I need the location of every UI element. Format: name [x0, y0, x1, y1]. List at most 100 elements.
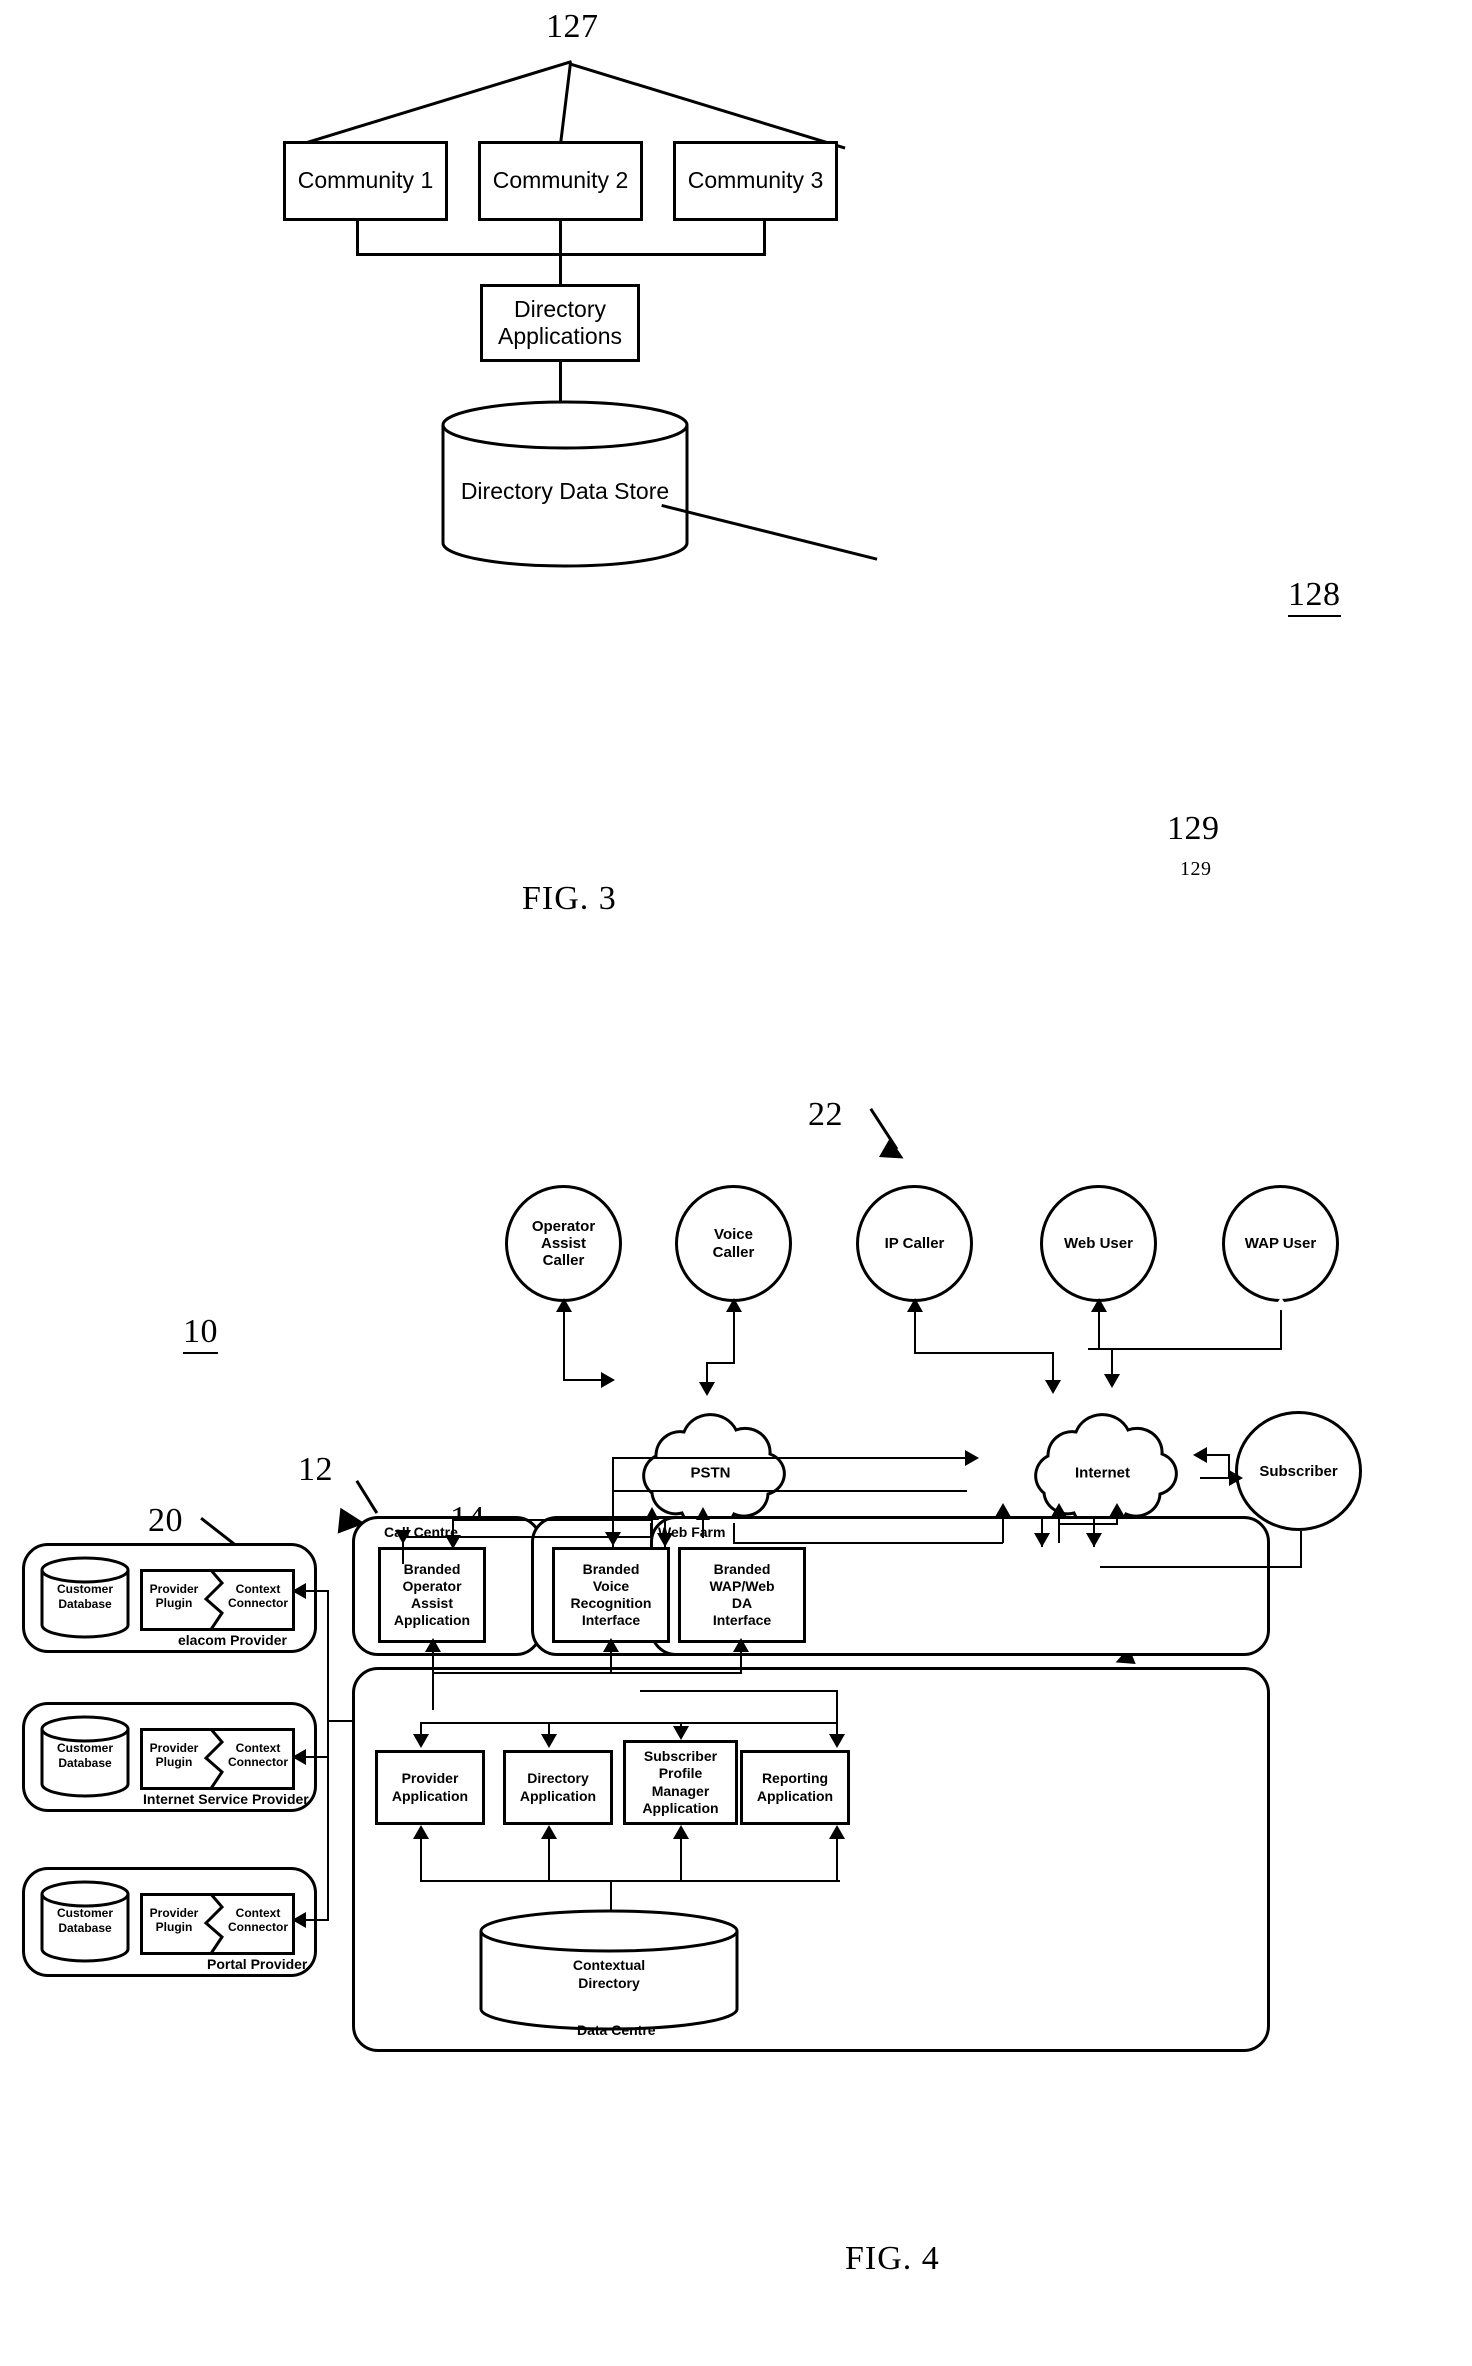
voice-box-riser	[733, 1523, 735, 1543]
subscriber-profile-manager-application-box: Subscriber Profile Manager Application	[623, 1740, 738, 1825]
community-1-box: Community 1	[283, 141, 448, 221]
actor-label-line1: WAP User	[1244, 1234, 1317, 1252]
customer-database-label-isp: Customer Database	[40, 1741, 130, 1771]
customer-database-cylinder-isp: Customer Database	[40, 1715, 130, 1798]
zigzag-divider-isp	[198, 1727, 232, 1795]
arrowhead-subscriber-app-up	[673, 1825, 689, 1839]
provider-plugin-label-telecom: Provider Plugin	[143, 1582, 205, 1611]
plugin-label-line1: Provider	[149, 1906, 199, 1920]
context-connector-label-isp: Context Connector	[223, 1741, 293, 1770]
community-3-drop	[763, 221, 766, 256]
arrowhead-directory-app-up	[541, 1825, 557, 1839]
app-up-provider	[420, 1836, 422, 1881]
arrowhead-directory-app-down	[541, 1734, 557, 1748]
box-label-line3: Recognition	[570, 1595, 652, 1611]
community-3-box: Community 3	[673, 141, 838, 221]
contextual-directory-cylinder: Contextual Directory	[478, 1909, 740, 2034]
link-internet-subscriber-bottom	[1200, 1477, 1232, 1479]
connector-apex-to-community-1	[298, 60, 572, 147]
community-2-to-directory	[559, 221, 562, 284]
reference-numeral-10: 10	[183, 1313, 218, 1354]
reporting-application-box: Reporting Application	[740, 1750, 850, 1825]
arrowhead-portal-in	[292, 1912, 306, 1928]
application-bottom-bus	[420, 1880, 840, 1882]
customer-database-label-telecom: Customer Database	[40, 1582, 130, 1612]
reference-numeral-12: 12	[298, 1451, 333, 1488]
plugin-label-line1: Provider	[149, 1582, 199, 1596]
box-label-line1: Branded	[713, 1560, 771, 1577]
subscriber-label: Subscriber	[1259, 1462, 1338, 1480]
box-label-line4: Application	[642, 1799, 719, 1816]
box-label-line2: Voice	[592, 1577, 630, 1594]
figure-3: 127 Community 1 Community 2 Community 3 …	[0, 0, 1472, 960]
box-label-line2: Operator	[402, 1577, 462, 1594]
actor-label-line1: Voice	[714, 1226, 753, 1244]
box-label-line4: Interface	[712, 1612, 772, 1629]
arrowhead-pstn-left	[601, 1372, 615, 1388]
arrowhead-subscriber-out	[1229, 1470, 1243, 1486]
reference-numeral-128: 128	[1288, 576, 1341, 617]
leader-line-129	[661, 504, 878, 561]
app-up-subscriber	[680, 1836, 682, 1881]
arrowhead-operator-assist	[556, 1298, 572, 1312]
contextual-directory-label: Contextual Directory	[478, 1957, 740, 1992]
internet-feed-arrow-line	[612, 1457, 972, 1459]
app-up-reporting	[836, 1836, 838, 1881]
branded-operator-assist-application-box: Branded Operator Assist Application	[378, 1547, 486, 1643]
link-ip-caller-across	[914, 1352, 1054, 1354]
database-label-line2: Database	[58, 1921, 112, 1935]
box-label-line2: Application	[391, 1787, 469, 1804]
connector-label-line1: Context	[235, 1582, 281, 1596]
provider-bus-vertical	[327, 1590, 329, 1920]
actor-label-line3: Caller	[542, 1252, 585, 1270]
community-2-label: Community 2	[492, 167, 629, 194]
arrowhead-pstn-up-right	[696, 1507, 710, 1520]
customer-database-cylinder-portal: Customer Database	[40, 1880, 130, 1963]
community-1-label: Community 1	[297, 167, 434, 194]
directory-applications-box: Directory Applications	[480, 284, 640, 362]
arrowhead-telecom-in	[292, 1583, 306, 1599]
plugin-label-line2: Plugin	[155, 1920, 193, 1935]
application-top-bus	[420, 1722, 838, 1724]
database-label-line2: Database	[58, 1756, 112, 1770]
arrowhead-web-user	[1091, 1298, 1107, 1312]
arrowhead-wap-up	[733, 1638, 749, 1652]
directory-applications-label-line1: Directory	[513, 295, 606, 322]
actor-label-line1: Operator	[531, 1217, 596, 1235]
subscriber-cross	[1100, 1566, 1302, 1568]
provider-name-isp: Internet Service Provider	[143, 1791, 309, 1807]
box-label-line2: Application	[519, 1787, 597, 1804]
box-label-line2: WAP/Web	[709, 1577, 775, 1594]
store-label-line1: Contextual	[572, 1957, 646, 1973]
link-pstn-to-operator-assist	[563, 1302, 565, 1380]
reference-numeral-129-large: 129	[1167, 810, 1220, 847]
arrowhead-reporting-app-up	[829, 1825, 845, 1839]
figure-4-caption: FIG. 4	[845, 2240, 940, 2277]
customer-database-cylinder-telecom: Customer Database	[40, 1556, 130, 1639]
connector-label-line1: Context	[235, 1906, 281, 1920]
arrowhead-voice-up	[603, 1638, 619, 1652]
database-label-line1: Customer	[56, 1906, 113, 1920]
box-label-line1: Directory	[527, 1770, 589, 1787]
connector-apex-to-community-2	[558, 62, 572, 152]
link-voice-caller-jog	[706, 1362, 735, 1364]
directory-application-box: Directory Application	[503, 1750, 613, 1825]
link-wap-across	[1088, 1348, 1282, 1350]
arrowhead-op-box-b	[445, 1535, 461, 1549]
plugin-label-line2: Plugin	[155, 1755, 193, 1770]
reference-numeral-20: 20	[148, 1502, 183, 1539]
actor-web-user: Web User	[1040, 1185, 1157, 1302]
subscriber-downline	[1300, 1531, 1302, 1566]
actor-ip-caller: IP Caller	[856, 1185, 973, 1302]
box-label-line1: Reporting	[761, 1770, 829, 1787]
internet-feed-left	[612, 1490, 967, 1492]
box-label-line3: DA	[731, 1595, 753, 1611]
arrowhead-voice-box-1	[605, 1532, 621, 1546]
zigzag-divider-portal	[198, 1892, 232, 1960]
community-1-drop	[356, 221, 359, 256]
community-3-label: Community 3	[687, 167, 824, 194]
app-bus-top-right	[640, 1690, 838, 1692]
actor-voice-caller: Voice Caller	[675, 1185, 792, 1302]
context-connector-label-telecom: Context Connector	[223, 1582, 293, 1611]
arrowhead-22	[878, 1137, 910, 1169]
